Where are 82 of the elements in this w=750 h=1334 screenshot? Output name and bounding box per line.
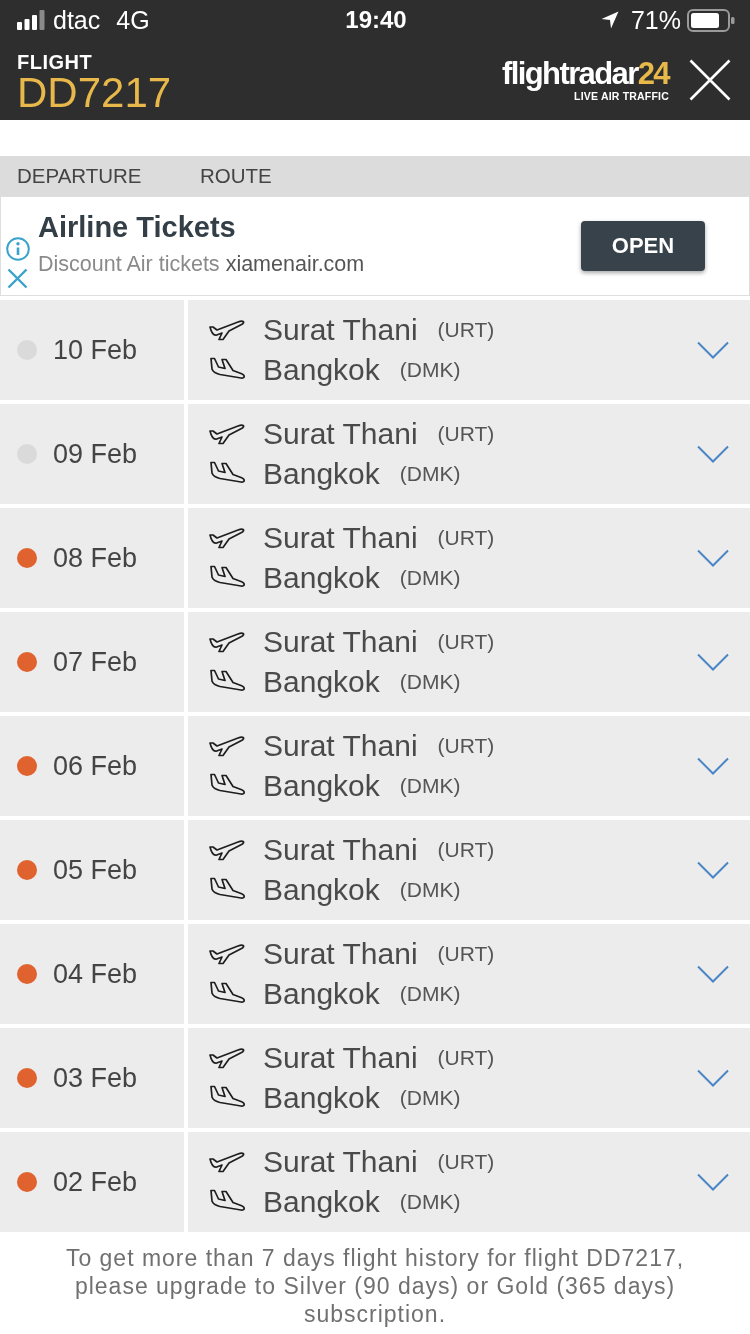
- destination-city: Bangkok: [263, 1185, 380, 1219]
- takeoff-icon: [208, 1047, 246, 1069]
- origin-code: (URT): [437, 942, 495, 966]
- chevron-down-icon[interactable]: [697, 1173, 729, 1191]
- origin-code: (URT): [437, 422, 495, 446]
- origin-city: Surat Thani: [263, 937, 418, 971]
- takeoff-icon: [208, 527, 246, 549]
- destination-code: (DMK): [399, 566, 461, 590]
- destination-code: (DMK): [399, 462, 461, 486]
- destination-city: Bangkok: [263, 561, 380, 595]
- signal-icon: [17, 10, 45, 30]
- chevron-down-icon[interactable]: [697, 653, 729, 671]
- takeoff-icon: [208, 839, 246, 861]
- takeoff-icon: [208, 735, 246, 757]
- flight-date: 10 Feb: [53, 334, 138, 366]
- flight-date: 04 Feb: [53, 958, 138, 990]
- flight-label: FLIGHT: [17, 51, 94, 73]
- destination-code: (DMK): [399, 670, 461, 694]
- flight-date: 03 Feb: [53, 1062, 138, 1094]
- logo-tagline: LIVE AIR TRAFFIC: [574, 89, 669, 102]
- logo-wordmark: flightradar24: [502, 58, 669, 89]
- flight-date: 09 Feb: [53, 438, 138, 470]
- origin-code: (URT): [437, 630, 495, 654]
- origin-code: (URT): [437, 526, 495, 550]
- ad-domain: xiamenair.com: [225, 252, 365, 276]
- chevron-down-icon[interactable]: [697, 445, 729, 463]
- flight-date: 05 Feb: [53, 854, 138, 886]
- origin-code: (URT): [437, 734, 495, 758]
- column-heading: ROUTE: [200, 164, 273, 188]
- destination-code: (DMK): [399, 1190, 461, 1214]
- origin-code: (URT): [437, 1150, 495, 1174]
- chevron-down-icon[interactable]: [697, 965, 729, 983]
- battery-percent: 71%: [630, 5, 681, 35]
- chevron-down-icon[interactable]: [697, 341, 729, 359]
- origin-city: Surat Thani: [263, 521, 418, 555]
- info-icon[interactable]: [6, 237, 30, 261]
- origin-city: Surat Thani: [263, 313, 418, 347]
- status-time: 19:40: [345, 6, 407, 34]
- column-heading: DEPARTURE: [17, 164, 143, 188]
- flight-number: DD7217: [17, 73, 172, 113]
- flight-date: 06 Feb: [53, 750, 138, 782]
- takeoff-icon: [208, 943, 246, 965]
- destination-city: Bangkok: [263, 873, 380, 907]
- takeoff-icon: [208, 319, 246, 341]
- open-button[interactable]: OPEN: [581, 221, 705, 271]
- destination-city: Bangkok: [263, 665, 380, 699]
- origin-city: Surat Thani: [263, 417, 418, 451]
- origin-city: Surat Thani: [263, 729, 418, 763]
- destination-code: (DMK): [399, 1086, 461, 1110]
- destination-city: Bangkok: [263, 1081, 380, 1115]
- origin-city: Surat Thani: [263, 1145, 418, 1179]
- destination-city: Bangkok: [263, 769, 380, 803]
- takeoff-icon: [208, 631, 246, 653]
- origin-code: (URT): [437, 1046, 495, 1070]
- destination-code: (DMK): [399, 982, 461, 1006]
- origin-city: Surat Thani: [263, 833, 418, 867]
- network-type: 4G: [116, 5, 150, 35]
- flight-date: 08 Feb: [53, 542, 138, 574]
- battery-icon: [687, 8, 735, 32]
- chevron-down-icon[interactable]: [697, 757, 729, 775]
- destination-city: Bangkok: [263, 353, 380, 387]
- chevron-down-icon[interactable]: [697, 549, 729, 567]
- ad-description: Discount Air tickets: [38, 252, 220, 276]
- chevron-down-icon[interactable]: [697, 1069, 729, 1087]
- origin-city: Surat Thani: [263, 625, 418, 659]
- destination-city: Bangkok: [263, 977, 380, 1011]
- takeoff-icon: [208, 1151, 246, 1173]
- ad-title: Airline Tickets: [38, 211, 237, 243]
- footer-note: To get more than 7 days flight history for flight DD7217, please upgrade to Silver (90 days) or Gold (365 days) subscription.: [64, 1244, 686, 1328]
- flight-date: 02 Feb: [53, 1166, 138, 1198]
- takeoff-icon: [208, 423, 246, 445]
- destination-code: (DMK): [399, 774, 461, 798]
- origin-city: Surat Thani: [263, 1041, 418, 1075]
- location-arrow-icon: [600, 11, 619, 29]
- carrier-name: dtac: [53, 5, 101, 35]
- flight-date: 07 Feb: [53, 646, 138, 678]
- destination-code: (DMK): [399, 358, 461, 382]
- destination-code: (DMK): [399, 878, 461, 902]
- chevron-down-icon[interactable]: [697, 861, 729, 879]
- destination-city: Bangkok: [263, 457, 380, 491]
- origin-code: (URT): [437, 838, 495, 862]
- origin-code: (URT): [437, 318, 495, 342]
